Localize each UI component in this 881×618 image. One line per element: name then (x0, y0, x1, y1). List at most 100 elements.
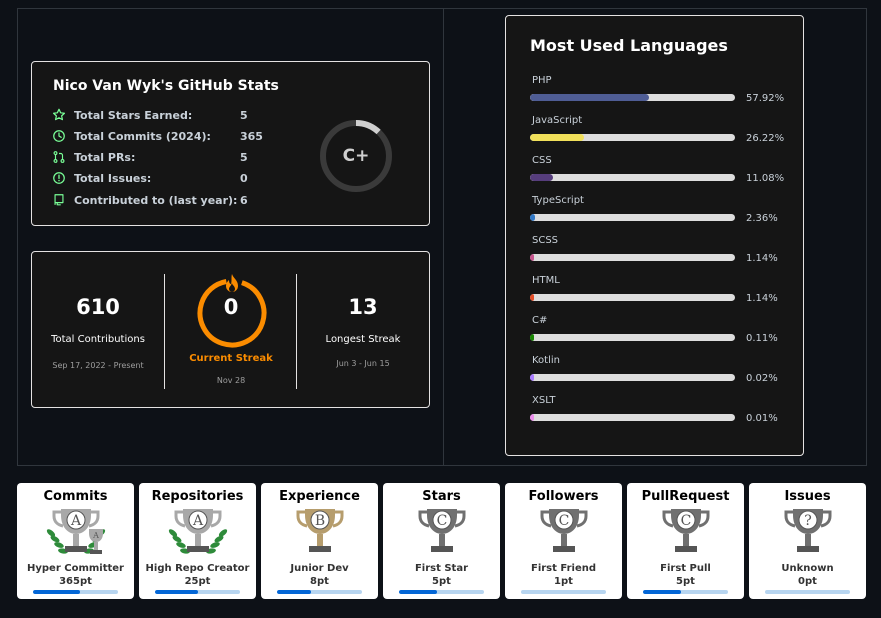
trophy-cup-icon: B (296, 509, 344, 552)
language-percent: 0.02% (746, 373, 778, 384)
trophy-cup-icon: C (662, 509, 710, 552)
svg-text:A: A (92, 531, 99, 540)
trophy-progress-bar (643, 590, 728, 594)
svg-text:A: A (70, 513, 82, 529)
trophy-title: Experience (279, 489, 360, 504)
total-contributions-col: 610 Total Contributions Sep 17, 2022 - P… (32, 252, 164, 409)
language-name: XSLT (532, 395, 556, 406)
language-percent: 2.36% (746, 213, 778, 224)
current-streak-value: 0 (223, 295, 239, 319)
trophy-points: 1pt (554, 576, 573, 587)
trophy-cup-icon: C (418, 509, 466, 552)
language-percent: 1.14% (746, 293, 778, 304)
trophy-card-followers: Followers C First Friend 1pt (505, 483, 622, 599)
trophy-card-pullrequest: PullRequest C First Pull 5pt (627, 483, 744, 599)
language-item: CSS 11.08% (530, 155, 790, 187)
trophy-progress-bar (33, 590, 118, 594)
longest-streak-range: Jun 3 - Jun 15 (336, 359, 390, 368)
language-bar (530, 374, 735, 381)
language-bar (530, 134, 735, 141)
trophy-progress-fill (399, 590, 438, 594)
trophy-cup-icon: A (168, 509, 228, 554)
trophy-card-repositories: Repositories A High Repo Creator 25pt (139, 483, 256, 599)
language-bar (530, 174, 735, 181)
streak-card: 610 Total Contributions Sep 17, 2022 - P… (31, 251, 430, 408)
current-streak-range: Nov 28 (216, 376, 246, 385)
repo-icon (54, 194, 64, 206)
language-item: PHP 57.92% (530, 75, 790, 107)
stat-value: 0 (240, 171, 248, 185)
language-bar-fill (530, 134, 584, 141)
trophy-title: Followers (528, 489, 599, 504)
trophy-title: Commits (43, 489, 108, 504)
longest-streak-label: Longest Streak (325, 334, 401, 345)
trophy-points: 8pt (310, 576, 329, 587)
language-percent: 26.22% (746, 133, 785, 144)
language-bar-fill (530, 374, 535, 381)
grade-text: C+ (342, 146, 370, 166)
stat-row-prs: Total PRs: 5 (52, 149, 248, 165)
language-bar-fill (530, 414, 535, 421)
language-item: XSLT 0.01% (530, 395, 790, 427)
trophy-name: Junior Dev (290, 563, 349, 574)
stat-label: Total Stars Earned: (74, 108, 193, 122)
stat-label: Total Commits (2024): (74, 129, 211, 143)
top-languages-card: Most Used Languages PHP 57.92% JavaScript 2… (505, 15, 804, 456)
language-bar-fill (530, 254, 535, 261)
trophy-card-issues: Issues? Unknown 0pt (749, 483, 866, 599)
language-item: C# 0.11% (530, 315, 790, 347)
stat-label: Total PRs: (74, 150, 136, 164)
trophy-name: First Pull (660, 563, 711, 574)
stat-value: 5 (240, 108, 248, 122)
stat-value: 5 (240, 150, 248, 164)
language-bar-fill (530, 174, 553, 181)
language-percent: 0.01% (746, 413, 778, 424)
total-contributions-value: 610 (76, 295, 120, 319)
svg-text:?: ? (804, 513, 812, 529)
current-streak-col: 0 Current Streak Nov 28 (165, 252, 297, 409)
languages-title: Most Used Languages (530, 36, 728, 55)
language-bar (530, 254, 735, 261)
trophy-name: Hyper Committer (27, 563, 124, 574)
trophy-name: First Star (414, 563, 469, 574)
trophy-progress-fill (155, 590, 198, 594)
trophy-cup-icon: AA (46, 509, 106, 554)
stat-value: 6 (240, 193, 248, 207)
language-percent: 0.11% (746, 333, 778, 344)
svg-text:A: A (192, 513, 204, 529)
stat-row-stars: Total Stars Earned: 5 (52, 107, 248, 123)
language-bar (530, 414, 735, 421)
trophy-progress-bar (521, 590, 606, 594)
language-name: HTML (532, 275, 560, 286)
total-contributions-label: Total Contributions (51, 334, 145, 345)
stat-row-issues: Total Issues: 0 (52, 170, 248, 186)
pull-request-icon (53, 151, 65, 163)
language-name: TypeScript (532, 195, 584, 206)
language-name: Kotlin (532, 355, 560, 366)
language-bar-fill (530, 94, 649, 101)
language-name: PHP (532, 75, 552, 86)
trophy-card-experience: Experience B Junior Dev 8pt (261, 483, 378, 599)
language-bar-fill (530, 294, 535, 301)
stat-value: 365 (240, 129, 263, 143)
longest-streak-col: 13 Longest Streak Jun 3 - Jun 15 (297, 252, 429, 409)
language-bar (530, 94, 735, 101)
trophy-title: Stars (422, 489, 461, 504)
trophy-progress-bar (765, 590, 850, 594)
language-name: C# (532, 315, 548, 326)
trophy-card-stars: Stars C First Star 5pt (383, 483, 500, 599)
language-name: SCSS (532, 235, 559, 246)
language-name: CSS (532, 155, 552, 166)
stat-row-contributed: Contributed to (last year): 6 (52, 192, 248, 208)
github-stats-card: Nico Van Wyk's GitHub Stats Total Stars … (31, 61, 430, 226)
language-item: SCSS 1.14% (530, 235, 790, 267)
trophy-name: High Repo Creator (145, 563, 250, 574)
history-icon (53, 130, 65, 142)
language-item: JavaScript 26.22% (530, 115, 790, 147)
trophy-name: First Friend (530, 563, 596, 574)
longest-streak-value: 13 (348, 295, 378, 319)
svg-text:B: B (315, 513, 325, 529)
total-contributions-range: Sep 17, 2022 - Present (52, 361, 144, 370)
language-bar-fill (530, 334, 535, 341)
trophy-card-commits: Commits A A Hyper Committer 365pt (17, 483, 134, 599)
